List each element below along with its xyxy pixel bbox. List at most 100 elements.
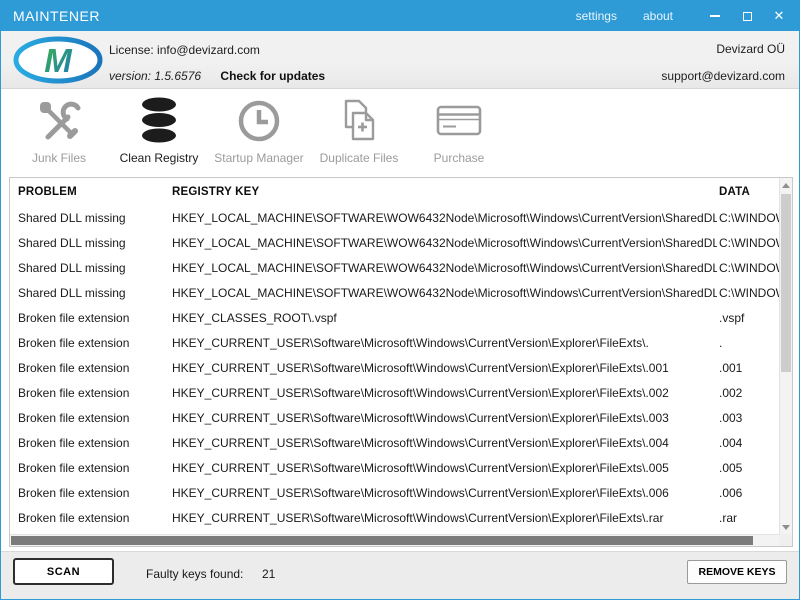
- cell-problem: Shared DLL missing: [18, 236, 126, 250]
- cell-data: C:\WINDOWS: [719, 236, 779, 250]
- table-row[interactable]: Shared DLL missing HKEY_LOCAL_MACHINE\SO…: [10, 281, 779, 306]
- check-updates-link[interactable]: Check for updates: [220, 69, 325, 83]
- cell-problem: Shared DLL missing: [18, 286, 126, 300]
- minimize-icon: [710, 15, 720, 17]
- about-link[interactable]: about: [643, 9, 673, 23]
- toolbar-label: Clean Registry: [119, 151, 199, 165]
- faulty-keys-count: 21: [262, 567, 276, 581]
- titlebar: MAINTENER settings about ✕: [1, 1, 799, 31]
- column-header-registry-key: REGISTRY KEY: [172, 186, 260, 198]
- scroll-down-icon[interactable]: [782, 525, 790, 530]
- cell-registry-key: HKEY_CURRENT_USER\Software\Microsoft\Win…: [172, 486, 669, 500]
- cell-registry-key: HKEY_CURRENT_USER\Software\Microsoft\Win…: [172, 411, 669, 425]
- cell-problem: Broken file extension: [18, 511, 130, 525]
- duplicate-files-icon: [334, 94, 384, 148]
- cell-registry-key: HKEY_CURRENT_USER\Software\Microsoft\Win…: [172, 361, 669, 375]
- cell-registry-key: HKEY_CURRENT_USER\Software\Microsoft\Win…: [172, 436, 669, 450]
- scan-button[interactable]: SCAN: [13, 558, 114, 585]
- cell-registry-key: HKEY_CURRENT_USER\Software\Microsoft\Win…: [172, 511, 664, 525]
- scrollbar-corner: [779, 534, 792, 546]
- results-table: PROBLEM REGISTRY KEY DATA Shared DLL mis…: [9, 177, 793, 547]
- table-row[interactable]: Broken file extension HKEY_CURRENT_USER\…: [10, 456, 779, 481]
- junk-files-icon: [34, 94, 84, 148]
- cell-problem: Broken file extension: [18, 461, 130, 475]
- cell-registry-key: HKEY_CURRENT_USER\Software\Microsoft\Win…: [172, 386, 669, 400]
- company-name: Devizard OÜ: [716, 42, 785, 56]
- close-button[interactable]: ✕: [763, 1, 795, 31]
- cell-problem: Shared DLL missing: [18, 211, 126, 225]
- faulty-keys-label: Faulty keys found:: [146, 567, 244, 581]
- cell-problem: Broken file extension: [18, 411, 130, 425]
- maximize-icon: [742, 11, 752, 21]
- cell-data: .: [719, 336, 723, 350]
- app-window: MAINTENER settings about ✕ M License: in…: [0, 0, 800, 600]
- cell-problem: Broken file extension: [18, 311, 130, 325]
- cell-data: .rar: [719, 511, 737, 525]
- cell-data: .003: [719, 411, 743, 425]
- table-row[interactable]: Broken file extension HKEY_CURRENT_USER\…: [10, 406, 779, 431]
- support-email: support@devizard.com: [661, 69, 785, 83]
- table-row[interactable]: Broken file extension HKEY_CURRENT_USER\…: [10, 331, 779, 356]
- horizontal-scrollbar[interactable]: [10, 534, 779, 546]
- cell-registry-key: HKEY_LOCAL_MACHINE\SOFTWARE\WOW6432Node\…: [172, 286, 717, 300]
- version-row: version: 1.5.6576 Check for updates: [109, 69, 325, 83]
- scroll-up-icon[interactable]: [782, 183, 790, 188]
- table-row[interactable]: Broken file extension HKEY_CURRENT_USER\…: [10, 481, 779, 506]
- table-body: Shared DLL missing HKEY_LOCAL_MACHINE\SO…: [10, 206, 779, 534]
- cell-registry-key: HKEY_LOCAL_MACHINE\SOFTWARE\WOW6432Node\…: [172, 261, 717, 275]
- table-row[interactable]: Broken file extension HKEY_CURRENT_USER\…: [10, 431, 779, 456]
- app-header: M License: info@devizard.com version: 1.…: [1, 31, 799, 89]
- cell-data: .005: [719, 461, 743, 475]
- toolbar-item-junk-files[interactable]: Junk Files: [9, 94, 109, 165]
- cell-registry-key: HKEY_LOCAL_MACHINE\SOFTWARE\WOW6432Node\…: [172, 236, 717, 250]
- table-row[interactable]: Broken file extension HKEY_CURRENT_USER\…: [10, 506, 779, 531]
- purchase-icon: [433, 94, 485, 148]
- cell-data: C:\WINDOWS: [719, 211, 779, 225]
- version-text: version: 1.5.6576: [109, 69, 202, 83]
- table-row[interactable]: Broken file extension HKEY_CLASSES_ROOT\…: [10, 306, 779, 331]
- cell-data: .004: [719, 436, 743, 450]
- settings-link[interactable]: settings: [576, 9, 617, 23]
- cell-data: .vspf: [719, 311, 745, 325]
- toolbar-item-clean-registry[interactable]: Clean Registry: [109, 94, 209, 165]
- cell-problem: Broken file extension: [18, 386, 130, 400]
- clean-registry-icon: [136, 94, 182, 148]
- cell-problem: Shared DLL missing: [18, 261, 126, 275]
- titlebar-controls: settings about ✕: [576, 1, 799, 31]
- cell-problem: Broken file extension: [18, 336, 130, 350]
- toolbar-label: Junk Files: [31, 151, 87, 165]
- column-header-data: DATA: [719, 186, 751, 198]
- toolbar-label: Startup Manager: [214, 151, 304, 165]
- maintener-logo-icon: M: [13, 36, 103, 84]
- table-row[interactable]: Shared DLL missing HKEY_LOCAL_MACHINE\SO…: [10, 206, 779, 231]
- toolbar-label: Purchase: [433, 151, 485, 165]
- column-header-problem: PROBLEM: [18, 186, 77, 198]
- toolbar-item-startup-manager[interactable]: Startup Manager: [209, 94, 309, 165]
- cell-registry-key: HKEY_LOCAL_MACHINE\SOFTWARE\WOW6432Node\…: [172, 211, 717, 225]
- cell-problem: Broken file extension: [18, 361, 130, 375]
- app-title: MAINTENER: [13, 8, 100, 24]
- table-row[interactable]: Shared DLL missing HKEY_LOCAL_MACHINE\SO…: [10, 256, 779, 281]
- table-row[interactable]: Broken file extension HKEY_CURRENT_USER\…: [10, 356, 779, 381]
- app-logo: M: [13, 36, 103, 87]
- minimize-button[interactable]: [699, 1, 731, 31]
- toolbar-item-duplicate-files[interactable]: Duplicate Files: [309, 94, 409, 165]
- vertical-scrollbar-thumb[interactable]: [781, 194, 791, 372]
- table-row[interactable]: Broken file extension HKEY_CURRENT_USER\…: [10, 381, 779, 406]
- vertical-scrollbar[interactable]: [779, 178, 792, 534]
- cell-data: .002: [719, 386, 743, 400]
- cell-data: .001: [719, 361, 743, 375]
- svg-text:M: M: [44, 42, 73, 79]
- cell-data: C:\WINDOWS: [719, 286, 779, 300]
- remove-keys-button[interactable]: REMOVE KEYS: [687, 560, 787, 584]
- table-row[interactable]: Shared DLL missing HKEY_LOCAL_MACHINE\SO…: [10, 231, 779, 256]
- toolbar-label: Duplicate Files: [319, 151, 399, 165]
- maximize-button[interactable]: [731, 1, 763, 31]
- horizontal-scrollbar-thumb[interactable]: [11, 536, 754, 545]
- cell-problem: Broken file extension: [18, 436, 130, 450]
- cell-registry-key: HKEY_CLASSES_ROOT\.vspf: [172, 311, 337, 325]
- cell-registry-key: HKEY_CURRENT_USER\Software\Microsoft\Win…: [172, 336, 649, 350]
- toolbar-item-purchase[interactable]: Purchase: [409, 94, 509, 165]
- startup-manager-icon: [234, 94, 284, 148]
- cell-data: .006: [719, 486, 743, 500]
